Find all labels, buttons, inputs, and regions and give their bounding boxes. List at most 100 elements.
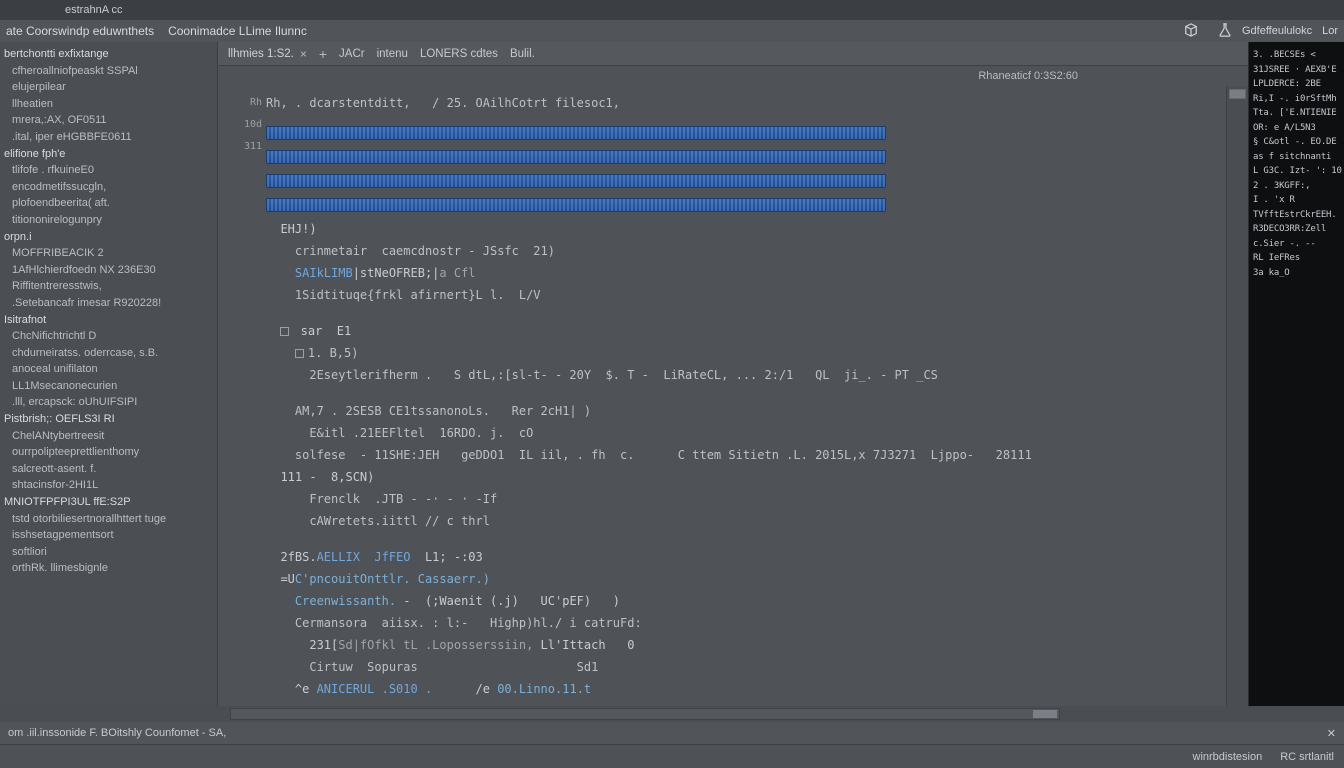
sidebar-item[interactable]: ourrpolipteeprettlienthomy <box>2 444 215 461</box>
hscroll-region <box>0 706 1344 722</box>
sidebar-item[interactable]: tlifofe . rfkuineE0 <box>2 162 215 179</box>
right-panel-line: c.Sier -. -- <box>1253 237 1340 252</box>
secondary-bar-text: om .iil.inssonide F. BOitshly Counfomet … <box>8 727 226 739</box>
code-line[interactable]: Frenclk .JTB - -· - · -If <box>266 488 1226 510</box>
sidebar: bertchontti exfixtangecfheroallniofpeask… <box>0 42 218 706</box>
tab-new-icon[interactable]: + <box>319 46 327 62</box>
tab-label-4[interactable]: Bulil. <box>510 48 535 60</box>
sidebar-item[interactable]: plofoendbeerita( aft. <box>2 195 215 212</box>
sidebar-item[interactable]: Riffitentreresstwis, <box>2 278 215 295</box>
code-line[interactable]: Cermansora aiisx. : l:- Highp)hl./ i cat… <box>266 612 1226 634</box>
sidebar-item[interactable]: Isitrafnot <box>2 312 215 329</box>
sidebar-item[interactable]: mrera,:AX, OF0511 <box>2 112 215 129</box>
tab-strip: llhmies 1:S2. × + JACr intenu LONERS cdt… <box>218 42 1248 66</box>
editor-scroll-region[interactable]: Rh10d311 Rh, . dcarstentditt, / 25. OAil… <box>218 86 1248 706</box>
sidebar-item[interactable]: orpn.i <box>2 229 215 246</box>
sidebar-item[interactable]: anoceal unifilaton <box>2 361 215 378</box>
sidebar-item[interactable]: salcreott-asent. f. <box>2 461 215 478</box>
code-line[interactable]: 1Sidtituqe{frkl afirnert}L l. L/V <box>266 284 1226 306</box>
code-line[interactable]: AM,7 . 2SESB CE1tssanonoLs. Rer 2cH1| ) <box>266 400 1226 422</box>
right-panel-line: as f sitchnanti <box>1253 150 1340 165</box>
code-line[interactable]: solfese - 11SHE:JEH geDDO1 IL iil, . fh … <box>266 444 1226 466</box>
menu-item-1[interactable]: ate Coorswindp eduwnthets <box>6 24 154 38</box>
sidebar-item[interactable]: llheatien <box>2 96 215 113</box>
sidebar-item[interactable]: isshsetagpementsort <box>2 527 215 544</box>
sidebar-item[interactable]: ChelANtybertreesit <box>2 428 215 445</box>
sidebar-item[interactable]: LL1Msecanonecurien <box>2 378 215 395</box>
code-line[interactable]: cAWretets.iittl // c thrl <box>266 510 1226 532</box>
sidebar-item[interactable]: chdurneiratss. oderrcase, s.B. <box>2 345 215 362</box>
sidebar-item[interactable]: .ital, iper eHGBBFE0611 <box>2 129 215 146</box>
sidebar-item[interactable]: elujerpilear <box>2 79 215 96</box>
secondary-bar-close-icon[interactable]: ✕ <box>1327 727 1336 740</box>
tab-label-2[interactable]: intenu <box>377 48 408 60</box>
sidebar-item[interactable]: MNIOTFPFPI3UL ffE:S2P <box>2 494 215 511</box>
status-field-2[interactable]: RC srtlanitl <box>1280 751 1334 763</box>
code-line[interactable]: ^e ANICERUL .S010 . /e 00.Linno.11.t <box>266 678 1226 700</box>
sidebar-item[interactable]: MOFFRIBEACIK 2 <box>2 245 215 262</box>
editor-subheader: Rhaneaticf 0:3S2:60 <box>218 66 1248 86</box>
sidebar-item[interactable]: ChcNifichtrichtl D <box>2 328 215 345</box>
status-field-1[interactable]: winrbdistesion <box>1193 751 1263 763</box>
right-panel: 3. .BECSEs <31JSREE · AEXB'ELPLDERCE: 2B… <box>1248 42 1344 706</box>
code-line[interactable]: E&itl .21EEFltel 16RDO. j. cO <box>266 422 1226 444</box>
sidebar-item[interactable]: .lll, ercapsck: oUhUIFSIPI <box>2 394 215 411</box>
sidebar-item[interactable]: shtacinsfor-2HI1L <box>2 477 215 494</box>
code-line[interactable]: =UC'pncouitOnttlr. Cassaerr.) <box>266 568 1226 590</box>
code-line[interactable]: sar E1 <box>266 320 1226 342</box>
right-panel-line: L G3C. Izt- ': 10 <box>1253 164 1340 179</box>
code-line[interactable]: Creenwissanth. - (;Waenit (.j) UC'pEF) ) <box>266 590 1226 612</box>
right-panel-line: OR: e A/L5N3 <box>1253 121 1340 136</box>
menu-item-2[interactable]: Coonimadce LLime Ilunnc <box>168 24 307 38</box>
sidebar-item[interactable]: bertchontti exfixtange <box>2 46 215 63</box>
right-panel-line: TVfftEstrCkrEEH. <box>1253 208 1340 223</box>
code-line[interactable]: crinmetair caemcdnostr - JSsfc 21) <box>266 240 1226 262</box>
hscroll-thumb[interactable] <box>1033 710 1057 718</box>
hscroll-track[interactable] <box>230 708 1060 720</box>
toolbar-label-2[interactable]: Gdfeffeululokc <box>1242 25 1312 37</box>
minimap-thumb[interactable] <box>1229 89 1246 99</box>
tab-close-icon[interactable]: × <box>300 47 307 61</box>
right-panel-line: R3DECO3RR:Zell <box>1253 222 1340 237</box>
sidebar-item[interactable]: encodmetifssucgln, <box>2 179 215 196</box>
editor-status-text: Rhaneaticf 0:3S2:60 <box>978 70 1078 82</box>
sidebar-item[interactable]: tstd otorbiliesertnorallhttert tuge <box>2 511 215 528</box>
gutter-line: 311 <box>218 136 262 158</box>
titlebar: estrahnA cc <box>0 0 1344 20</box>
code-line[interactable]: Cirtuw Sopuras Sd1 <box>266 656 1226 678</box>
code-line[interactable]: 111 - 8,SCN) <box>266 466 1226 488</box>
tab-active-label: llhmies 1:S2. <box>228 48 294 60</box>
selection-highlight <box>266 174 886 188</box>
code-line[interactable]: SAIkLIMB|stNeOFREB;|a Cfl <box>266 262 1226 284</box>
sidebar-item[interactable]: titiononirelogunpry <box>2 212 215 229</box>
cube-icon[interactable] <box>1184 23 1198 40</box>
sidebar-item[interactable]: .Setebancafr imesar R920228! <box>2 295 215 312</box>
selection-highlight <box>266 126 886 140</box>
code-line[interactable]: 2Eseytlerifherm . S dtL,:[sl-t- - 20Y $.… <box>266 364 1226 386</box>
editor-area: llhmies 1:S2. × + JACr intenu LONERS cdt… <box>218 42 1248 706</box>
tab-label-1[interactable]: JACr <box>339 48 365 60</box>
sidebar-item[interactable]: elifione fph'e <box>2 146 215 163</box>
code-line[interactable]: 231[Sd|fOfkl tL .Loposserssiin, Ll'Ittac… <box>266 634 1226 656</box>
minimap[interactable] <box>1226 86 1248 706</box>
selection-highlight <box>266 150 886 164</box>
right-panel-line: Tta. ['E.NTIENIE <box>1253 106 1340 121</box>
line-gutter: Rh10d311 <box>218 86 266 706</box>
code-line[interactable]: 1. B,5) <box>266 342 1226 364</box>
sidebar-item[interactable]: softliori <box>2 544 215 561</box>
sidebar-item[interactable]: Pistbrish;: OEFLS3I RI <box>2 411 215 428</box>
code-line[interactable]: 2fBS.AELLIX JfFEO L1; -:03 <box>266 546 1226 568</box>
workspace: bertchontti exfixtangecfheroallniofpeask… <box>0 42 1344 706</box>
right-panel-line: RL IeFRes <box>1253 251 1340 266</box>
code-line[interactable]: Rh, . dcarstentditt, / 25. OAilhCotrt fi… <box>266 92 1226 114</box>
right-panel-line: Ri,I -. i0rSftMh <box>1253 92 1340 107</box>
sidebar-item[interactable]: 1AfHlchierdfoedn NX 236E30 <box>2 262 215 279</box>
sidebar-item[interactable]: orthRk. llimesbignle <box>2 560 215 577</box>
tab-label-3[interactable]: LONERS cdtes <box>420 48 498 60</box>
tab-active[interactable]: llhmies 1:S2. × <box>228 47 307 61</box>
selection-highlight <box>266 198 886 212</box>
toolbar-label-3[interactable]: Lor <box>1322 25 1338 37</box>
flask-icon[interactable] <box>1218 23 1232 40</box>
code-line[interactable]: EHJ!) <box>266 218 1226 240</box>
sidebar-item[interactable]: cfheroallniofpeaskt SSPAl <box>2 63 215 80</box>
